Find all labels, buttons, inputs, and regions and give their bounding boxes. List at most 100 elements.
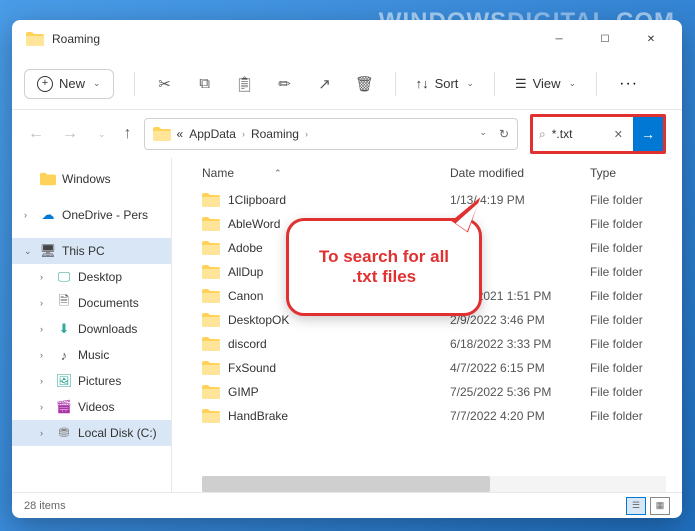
sidebar-icon: 🎬︎ — [56, 399, 72, 415]
sidebar-item[interactable]: ›🗎Documents — [12, 290, 171, 316]
rename-button[interactable]: ✏ — [267, 66, 303, 102]
file-type: File folder — [590, 337, 666, 351]
sidebar-icon — [40, 171, 56, 187]
paste-button[interactable]: 📋︎ — [227, 66, 263, 102]
column-type[interactable]: Type — [590, 166, 666, 180]
chevron-icon: › — [40, 298, 43, 308]
folder-icon — [202, 361, 220, 375]
sidebar-item[interactable]: ›🖵Desktop — [12, 264, 171, 290]
sidebar-label: Music — [78, 348, 109, 362]
up-button[interactable]: ↑ — [124, 125, 132, 143]
sidebar-item[interactable]: ›♪Music — [12, 342, 171, 368]
nav-row: ← → ⌄ ↑ « AppData › Roaming › ⌄ ↻ ⌕ *.tx… — [12, 110, 682, 158]
file-date: 7/7/2022 4:20 PM — [450, 409, 590, 423]
search-input[interactable]: ⌕ *.txt ✕ — [533, 118, 633, 150]
copy-button[interactable]: ⧉ — [187, 66, 223, 102]
sidebar-label: This PC — [62, 244, 105, 258]
sidebar-item[interactable]: › ⛃ Local Disk (C:) — [12, 420, 171, 446]
sidebar-icon: ☁ — [40, 207, 56, 223]
folder-icon — [202, 289, 220, 303]
file-name: Adobe — [228, 241, 263, 255]
more-button[interactable]: ··· — [609, 69, 648, 99]
file-row[interactable]: FxSound4/7/2022 6:15 PMFile folder — [172, 356, 682, 380]
sidebar-icon: 🖥︎ — [40, 243, 56, 259]
file-name: HandBrake — [228, 409, 288, 423]
chevron-icon: › — [40, 376, 43, 386]
column-date[interactable]: Date modified — [450, 166, 590, 180]
chevron-down-icon: ⌄ — [93, 78, 101, 89]
view-button[interactable]: ☰ View ⌄ — [507, 70, 584, 98]
file-row[interactable]: GIMP7/25/2022 5:36 PMFile folder — [172, 380, 682, 404]
view-icon: ☰ — [515, 76, 527, 92]
sidebar: Windows › ☁ OneDrive - Pers ⌄ 🖥︎ This PC ›🖵Desk… — [12, 158, 172, 492]
sidebar-label: Downloads — [78, 322, 137, 336]
cut-button[interactable]: ✂ — [147, 66, 183, 102]
folder-icon — [26, 32, 44, 46]
refresh-button[interactable]: ↻ — [499, 127, 509, 141]
sidebar-icon: 🖼︎ — [56, 373, 72, 389]
chevron-icon: › — [40, 428, 43, 438]
item-count: 28 items — [24, 500, 66, 512]
toolbar: + New ⌄ ✂ ⧉ 📋︎ ✏ ↗ 🗑︎ ↑↓ Sort ⌄ ☰ View ⌄… — [12, 58, 682, 110]
file-row[interactable]: discord6/18/2022 3:33 PMFile folder — [172, 332, 682, 356]
delete-button[interactable]: 🗑︎ — [347, 66, 383, 102]
sidebar-label: Documents — [78, 296, 139, 310]
column-headers: Name ⌃ Date modified Type — [172, 158, 682, 188]
forward-button[interactable]: → — [62, 125, 78, 143]
chevron-icon: › — [40, 350, 43, 360]
details-view-button[interactable]: ☰ — [626, 497, 646, 515]
folder-icon — [202, 193, 220, 207]
address-bar[interactable]: « AppData › Roaming › ⌄ ↻ — [144, 118, 518, 150]
sidebar-item[interactable]: ›☁OneDrive - Pers — [12, 202, 171, 228]
search-submit-button[interactable]: → — [633, 117, 663, 151]
watermark: WINDOWSDIGITAL.COM — [379, 8, 675, 36]
sidebar-item[interactable]: › 🎬︎ Videos — [12, 394, 171, 420]
file-type: File folder — [590, 193, 666, 207]
chevron-icon: ⌄ — [24, 246, 32, 257]
breadcrumb-part[interactable]: Roaming — [251, 127, 299, 141]
back-button[interactable]: ← — [28, 125, 44, 143]
sidebar-item[interactable]: ›⬇Downloads — [12, 316, 171, 342]
sort-button[interactable]: ↑↓ Sort ⌄ — [408, 70, 482, 97]
sidebar-item[interactable]: ⌄ 🖥︎ This PC — [12, 238, 171, 264]
chevron-icon: › — [40, 402, 43, 412]
sidebar-label: Desktop — [78, 270, 122, 284]
file-name: DesktopOK — [228, 313, 289, 327]
breadcrumb-prefix: « — [177, 127, 184, 141]
file-row[interactable]: 1Clipboard1/13/ 4:19 PMFile folder — [172, 188, 682, 212]
search-icon: ⌕ — [539, 127, 546, 142]
sidebar-icon: ⛃ — [56, 425, 72, 441]
folder-icon — [202, 217, 220, 231]
file-type: File folder — [590, 313, 666, 327]
breadcrumb-part[interactable]: AppData — [189, 127, 236, 141]
thumbnails-view-button[interactable]: ▦ — [650, 497, 670, 515]
share-button[interactable]: ↗ — [307, 66, 343, 102]
status-bar: 28 items ☰ ▦ — [12, 492, 682, 518]
address-history-button[interactable]: ⌄ — [479, 127, 487, 141]
file-type: File folder — [590, 361, 666, 375]
column-name[interactable]: Name ⌃ — [202, 166, 450, 180]
horizontal-scrollbar[interactable] — [202, 476, 666, 492]
sidebar-item[interactable]: Windows — [12, 166, 171, 192]
sidebar-label: Pictures — [78, 374, 121, 388]
sidebar-label: Local Disk (C:) — [78, 426, 157, 440]
file-type: File folder — [590, 289, 666, 303]
file-type: File folder — [590, 217, 666, 231]
file-date: 2/9/2022 3:46 PM — [450, 313, 590, 327]
file-type: File folder — [590, 265, 666, 279]
new-button[interactable]: + New ⌄ — [24, 69, 114, 99]
search-text: *.txt — [552, 127, 604, 141]
folder-icon — [202, 385, 220, 399]
content-area: Name ⌃ Date modified Type 1Clipboard1/13… — [172, 158, 682, 492]
history-button[interactable]: ⌄ — [98, 129, 106, 140]
sidebar-label: Videos — [78, 400, 114, 414]
clear-search-button[interactable]: ✕ — [610, 128, 627, 141]
file-name: AbleWord — [228, 217, 280, 231]
sidebar-item[interactable]: › 🖼︎ Pictures — [12, 368, 171, 394]
sidebar-label: OneDrive - Pers — [62, 208, 148, 222]
file-name: 1Clipboard — [228, 193, 286, 207]
file-date: 4/7/2022 6:15 PM — [450, 361, 590, 375]
folder-icon — [202, 241, 220, 255]
file-name: Canon — [228, 289, 263, 303]
file-row[interactable]: HandBrake7/7/2022 4:20 PMFile folder — [172, 404, 682, 428]
